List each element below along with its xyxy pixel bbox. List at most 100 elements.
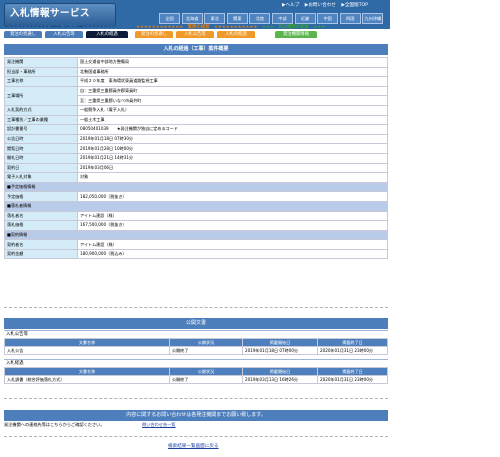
construction-search-heading: ★★★★★★★★★★★ 工事の検索 ★★★★★★★★★★★ (8, 25, 126, 30)
row-value: 北勢国道事務所 (77, 66, 388, 78)
row-value: 180,900,000（税込み） (77, 248, 388, 260)
tab-ordering-org-info[interactable]: 発注機関情報 (275, 31, 317, 38)
row-value: 対象 (77, 172, 388, 183)
table-row: 契約日 2019年03月06日 (4, 162, 388, 174)
site-logo-text: 入札情報サービス (10, 8, 91, 19)
row-label: 入札契約方式 (4, 104, 78, 116)
row-label: 設計書番号 (4, 124, 78, 135)
bid-progress-subheading: 入札経過 (4, 359, 388, 367)
service-search-heading: ★★★★★★★★★★★★ 業務の検索 ★★★★★★★★★★★ (136, 25, 258, 30)
row-value: 自：三重県三重郡員弁郡東員町 (77, 85, 388, 97)
utility-links: ▶ヘルプ ▶お問い合わせ ▶全国版TOP (282, 2, 372, 8)
table-row: 落札者名 アイトム建設（株） (4, 210, 388, 222)
column-header: 掲載開始日 (242, 338, 318, 347)
table-row: 入札公告 公開終了 2019年01月18日 07時00分 2020年01月31日… (4, 346, 388, 355)
doc-start-date: 2019年01月18日 07時00分 (242, 346, 318, 355)
contract-section-title: ■契約情報 (4, 229, 388, 241)
table-row: 工事名称 平成２０年度 東海環状東員道路監視工事 (4, 76, 388, 87)
region-tab-hokuriku[interactable]: 北陸 (249, 13, 271, 24)
table-row: 工事種別／工事の業種 一般土木工事 (4, 114, 388, 126)
column-header: 公開状況 (169, 338, 243, 347)
back-to-results-link[interactable]: 検索結果一覧画面に戻る (168, 443, 219, 449)
region-tab-kinki[interactable]: 近畿 (294, 13, 316, 24)
row-label: 契約金額 (4, 248, 78, 260)
table-row: 契約者名 アイトム建設（株） (4, 239, 388, 250)
page-title: 入札の経過（工事）案件概要 (4, 44, 388, 55)
ordering-org-heading: ★★★ 発注機関の検索 ★★★ (262, 25, 326, 30)
announcements-doc-table: 文書名称 公開状況 掲載開始日 掲載終了日 入札公告 公開終了 2019年01月… (4, 338, 388, 355)
region-tab-kanto[interactable]: 関東 (226, 13, 248, 24)
row-label: 公告日時 (4, 133, 78, 145)
contact-notice-bar: 内容に関するお問い合わせは各発注機関までお願い致します。 (4, 410, 388, 421)
row-value: 国土交通省中部地方整備局 (77, 57, 388, 68)
inquiry-link[interactable]: ▶お問い合わせ (305, 3, 336, 8)
row-value: アイトム建設（株） (77, 239, 388, 250)
column-header: 掲載終了日 (317, 338, 388, 347)
winner-section-title: ■落札者情報 (4, 200, 388, 212)
national-top-link[interactable]: ▶全国版TOP (341, 3, 368, 8)
row-value: 167,500,000（税抜き） (77, 220, 388, 231)
tab-service-bid-progress[interactable]: 入札の経過 (217, 31, 255, 38)
tab-service-announcements[interactable]: 入札公告等 (176, 31, 214, 38)
table-header-row: 文書名称 公開状況 掲載開始日 掲載終了日 (4, 367, 388, 376)
row-label: 工事場所 (4, 85, 78, 106)
tab-construction-announcements[interactable]: 入札公告等 (45, 31, 83, 38)
row-label: 電子入札対象 (4, 172, 78, 183)
column-header: 文書名称 (4, 367, 170, 376)
row-label: 工事名称 (4, 76, 78, 87)
tab-construction-outlook[interactable]: 発注の見通し (4, 31, 42, 38)
row-label: 落札価格 (4, 220, 78, 231)
contact-list-link[interactable]: 問い合わせ先一覧 (142, 422, 176, 428)
help-link[interactable]: ▶ヘルプ (282, 3, 299, 8)
table-row: 開札日時 2019年01月21日 14時31分 (4, 152, 388, 164)
section-header-row: ■予定価格情報 (4, 181, 388, 193)
doc-name-link[interactable]: 入札調書（総合評価落札方式） (4, 375, 170, 384)
column-header: 掲載開始日 (242, 367, 318, 376)
row-label: 工事種別／工事の業種 (4, 114, 78, 126)
row-value: 一般競争入札（電子入札） (77, 104, 388, 116)
doc-end-date: 2020年01月31日 23時00分 (317, 375, 388, 384)
doc-start-date: 2019年03月13日 16時26分 (242, 375, 318, 384)
doc-status: 公開終了 (169, 346, 243, 355)
row-value: 一般土木工事 (77, 114, 388, 126)
divider (4, 398, 388, 400)
row-label: 発注機関 (4, 57, 78, 68)
estimated-price-section-title: ■予定価格情報 (4, 181, 388, 193)
region-tab-chugoku[interactable]: 中国 (317, 13, 339, 24)
divider (4, 307, 388, 309)
divider (4, 436, 388, 438)
row-label: 閲覧日時 (4, 143, 78, 154)
row-label: 落札者名 (4, 210, 78, 222)
table-row: 設計書番号 08050401039 ★発注機関が独自に定めるコード (4, 124, 388, 135)
table-row: 公告日時 2019年01月18日 07時30分 (4, 133, 388, 145)
table-row: 入札契約方式 一般競争入札（電子入札） (4, 104, 388, 116)
section-header-row: ■契約情報 (4, 229, 388, 241)
tab-service-outlook[interactable]: 発注の見通し (135, 31, 173, 38)
doc-end-date: 2020年01月31日 23時00分 (317, 346, 388, 355)
region-tab-kyushu[interactable]: 九州沖縄 (362, 13, 384, 24)
column-header: 公開状況 (169, 367, 243, 376)
table-row: 予定価格 182,050,000（税抜き） (4, 191, 388, 202)
row-label: 契約日 (4, 162, 78, 174)
row-label: 契約者名 (4, 239, 78, 250)
column-header: 掲載終了日 (317, 367, 388, 376)
contact-info-text: 発注機関への連絡先等はこちらからご確認ください。 (4, 422, 105, 427)
region-tab-national[interactable]: 全国 (159, 13, 180, 24)
region-tab-chubu[interactable]: 中部 (271, 13, 293, 24)
table-row: 入札調書（総合評価落札方式） 公開終了 2019年03月13日 16時26分 2… (4, 375, 388, 384)
tab-construction-bid-progress[interactable]: 入札の経過 (86, 31, 128, 38)
region-tab-hokkaido[interactable]: 北海道 (181, 13, 203, 24)
region-tab-shikoku[interactable]: 四国 (339, 13, 361, 24)
table-row: 電子入札対象 対象 (4, 172, 388, 183)
table-row: 担当部・事務所 北勢国道事務所 (4, 66, 388, 78)
table-row: 発注機関 国土交通省中部地方整備局 (4, 57, 388, 68)
row-value: 182,050,000（税抜き） (77, 191, 388, 202)
region-nav: 全国 北海道 東北 関東 北陸 中部 近畿 中国 四国 九州沖縄 (159, 13, 385, 24)
region-tab-tohoku[interactable]: 東北 (204, 13, 226, 24)
case-summary-table: 発注機関 国土交通省中部地方整備局 担当部・事務所 北勢国道事務所 工事名称 平成２０… (4, 57, 388, 260)
row-value: 至：三重県三重郡いなべ市員弁町 (77, 95, 388, 106)
row-value: アイトム建設（株） (77, 210, 388, 222)
doc-name-link[interactable]: 入札公告 (4, 346, 170, 355)
public-docs-title: 公開文書 (4, 318, 388, 329)
row-value: 平成２０年度 東海環状東員道路監視工事 (77, 76, 388, 87)
